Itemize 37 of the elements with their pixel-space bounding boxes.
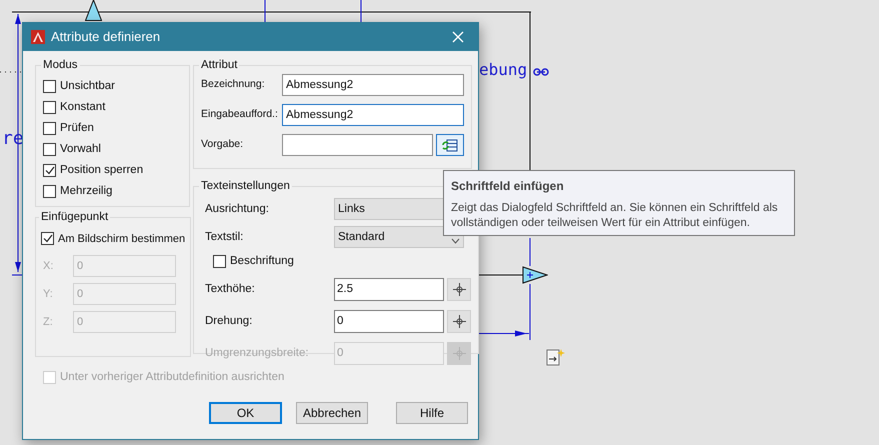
- coordinate-label: X:: [42, 259, 54, 274]
- checkbox-label: Mehrzeilig: [60, 184, 112, 200]
- text-field[interactable]: 0: [334, 310, 444, 333]
- dropdown[interactable]: Standard: [334, 226, 464, 248]
- field-label: Bezeichnung:: [201, 77, 266, 92]
- checkbox-label: Konstant: [60, 100, 106, 116]
- field-label: Texthöhe:: [205, 282, 256, 297]
- checkbox-label: Prüfen: [60, 121, 94, 136]
- dialog-button[interactable]: Hilfe: [396, 402, 468, 424]
- text-field[interactable]: 2.5: [334, 278, 444, 301]
- dialog-button[interactable]: OK: [209, 402, 282, 424]
- coordinate-label: Z:: [42, 315, 54, 330]
- checkbox-label: Vorwahl: [60, 142, 101, 158]
- group-title: Texteinstellungen: [200, 179, 291, 194]
- group-title: Attribut: [200, 58, 238, 73]
- group-title: Modus: [42, 58, 79, 73]
- field-label: Textstil:: [205, 230, 244, 245]
- checkbox-label: Beschriftung: [230, 254, 294, 269]
- checkbox-label: Unsichtbar: [60, 79, 115, 94]
- field-label: Vorgabe:: [201, 137, 244, 152]
- text-field[interactable]: Abmessung2: [282, 104, 464, 126]
- checkbox-label: Am Bildschirm bestimmen: [58, 232, 186, 246]
- dialog-button[interactable]: Abbrechen: [296, 402, 368, 424]
- drawing-label: ebung: [479, 62, 528, 78]
- field-label: Ausrichtung:: [205, 202, 270, 217]
- field-label: Umgrenzungsbreite:: [205, 346, 310, 361]
- checkbox-label: Position sperren: [60, 163, 144, 178]
- field-label: Drehung:: [205, 314, 254, 329]
- window-title: Attribute definieren: [51, 28, 162, 46]
- text-field[interactable]: Abmessung2: [282, 74, 464, 96]
- dropdown-value: Standard: [338, 230, 385, 245]
- field-label: Eingabeaufford.:: [201, 107, 279, 122]
- tooltip-title: Schriftfeld einfügen: [451, 178, 565, 195]
- coordinate-label: Y:: [42, 287, 54, 302]
- group-title: Einfügepunkt: [40, 210, 110, 225]
- dropdown-value: Links: [338, 202, 365, 217]
- checkbox-label: Unter vorheriger Attributdefinition ausrichten: [60, 370, 284, 385]
